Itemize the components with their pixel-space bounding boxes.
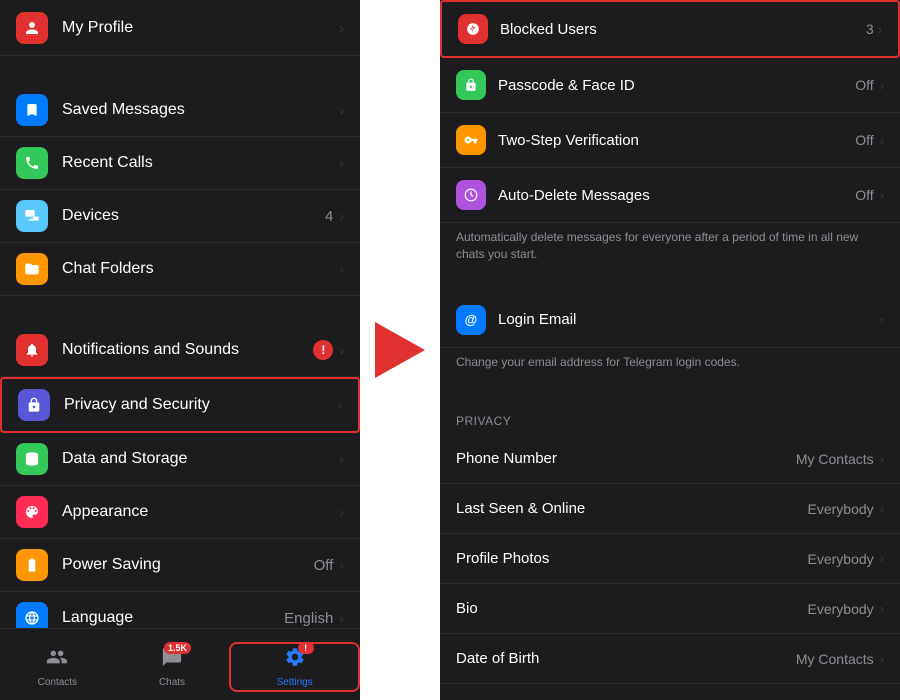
sidebar-item-power-saving[interactable]: Power Saving Off › bbox=[0, 539, 360, 592]
two-step-icon bbox=[456, 125, 486, 155]
passcode-icon bbox=[456, 70, 486, 100]
tab-bar: Contacts 1.5K Chats ! Settings bbox=[0, 628, 360, 700]
login-email-icon: @ bbox=[456, 305, 486, 335]
passcode-label: Passcode & Face ID bbox=[498, 77, 855, 94]
data-storage-label: Data and Storage bbox=[62, 450, 187, 468]
language-icon bbox=[16, 602, 48, 628]
right-item-login-email[interactable]: @ Login Email › bbox=[440, 293, 900, 348]
settings-icon: ! bbox=[284, 646, 306, 674]
right-item-forwarded-messages[interactable]: Forwarded Messages Everybody › bbox=[440, 684, 900, 700]
saved-messages-label: Saved Messages bbox=[62, 101, 185, 119]
privacy-section-header: PRIVACY bbox=[440, 400, 900, 434]
bio-label: Bio bbox=[456, 600, 808, 617]
sidebar-item-privacy-security[interactable]: Privacy and Security › bbox=[0, 377, 360, 433]
sidebar-item-my-profile[interactable]: My Profile › bbox=[0, 0, 360, 56]
sidebar-item-chat-folders[interactable]: Chat Folders › bbox=[0, 243, 360, 296]
date-of-birth-label: Date of Birth bbox=[456, 650, 796, 667]
devices-count: 4 bbox=[325, 208, 333, 225]
sidebar-item-recent-calls[interactable]: Recent Calls › bbox=[0, 137, 360, 190]
sidebar-item-saved-messages[interactable]: Saved Messages › bbox=[0, 84, 360, 137]
tab-contacts-label: Contacts bbox=[38, 677, 77, 688]
right-item-last-seen[interactable]: Last Seen & Online Everybody › bbox=[440, 484, 900, 534]
settings-list: My Profile › Saved Messages › Recent Cal… bbox=[0, 0, 360, 628]
notifications-badge: ! bbox=[313, 340, 333, 360]
last-seen-label: Last Seen & Online bbox=[456, 500, 808, 517]
my-profile-chevron: › bbox=[339, 20, 344, 36]
tab-chats[interactable]: 1.5K Chats bbox=[115, 646, 230, 688]
data-storage-icon bbox=[16, 443, 48, 475]
phone-number-label: Phone Number bbox=[456, 450, 796, 467]
auto-delete-icon bbox=[456, 180, 486, 210]
devices-icon bbox=[16, 200, 48, 232]
recent-calls-label: Recent Calls bbox=[62, 154, 153, 172]
language-value: English bbox=[284, 610, 333, 627]
sidebar-item-notifications[interactable]: Notifications and Sounds ! › bbox=[0, 324, 360, 377]
separator-login bbox=[440, 273, 900, 293]
right-item-phone-number[interactable]: Phone Number My Contacts › bbox=[440, 434, 900, 484]
phone-number-value: My Contacts bbox=[796, 451, 874, 467]
notifications-label: Notifications and Sounds bbox=[62, 341, 239, 359]
tab-settings[interactable]: ! Settings bbox=[229, 642, 360, 692]
blocked-users-label: Blocked Users bbox=[500, 21, 866, 38]
right-item-two-step[interactable]: Two-Step Verification Off › bbox=[440, 113, 900, 168]
profile-photos-label: Profile Photos bbox=[456, 550, 808, 567]
privacy-security-label: Privacy and Security bbox=[64, 396, 210, 414]
last-seen-value: Everybody bbox=[808, 501, 874, 517]
bio-value: Everybody bbox=[808, 601, 874, 617]
sidebar-item-appearance[interactable]: Appearance › bbox=[0, 486, 360, 539]
my-profile-icon bbox=[16, 12, 48, 44]
passcode-value: Off bbox=[855, 77, 873, 93]
left-panel: My Profile › Saved Messages › Recent Cal… bbox=[0, 0, 360, 700]
right-item-auto-delete[interactable]: Auto-Delete Messages Off › bbox=[440, 168, 900, 223]
my-profile-label: My Profile bbox=[62, 19, 133, 37]
chats-badge: 1.5K bbox=[164, 642, 191, 654]
appearance-label: Appearance bbox=[62, 503, 148, 521]
settings-badge: ! bbox=[298, 642, 314, 654]
blocked-users-icon bbox=[458, 14, 488, 44]
chats-icon: 1.5K bbox=[161, 646, 183, 674]
saved-messages-icon bbox=[16, 94, 48, 126]
auto-delete-value: Off bbox=[855, 187, 873, 203]
sidebar-item-data-storage[interactable]: Data and Storage › bbox=[0, 433, 360, 486]
date-of-birth-value: My Contacts bbox=[796, 651, 874, 667]
arrow-container bbox=[360, 0, 440, 700]
login-email-subtext: Change your email address for Telegram l… bbox=[440, 348, 900, 381]
privacy-icon bbox=[18, 389, 50, 421]
gap-2 bbox=[0, 296, 360, 324]
tab-contacts[interactable]: Contacts bbox=[0, 646, 115, 688]
appearance-icon bbox=[16, 496, 48, 528]
chat-folders-label: Chat Folders bbox=[62, 260, 154, 278]
tab-settings-label: Settings bbox=[277, 677, 313, 688]
contacts-icon bbox=[46, 646, 68, 674]
arrow-right bbox=[375, 322, 425, 378]
gap-1 bbox=[0, 56, 360, 84]
right-item-profile-photos[interactable]: Profile Photos Everybody › bbox=[440, 534, 900, 584]
right-panel: Blocked Users 3 › Passcode & Face ID Off… bbox=[440, 0, 900, 700]
tab-chats-label: Chats bbox=[159, 677, 185, 688]
blocked-users-count: 3 bbox=[866, 21, 874, 37]
sidebar-item-language[interactable]: Language English › bbox=[0, 592, 360, 628]
sidebar-item-devices[interactable]: Devices 4 › bbox=[0, 190, 360, 243]
two-step-label: Two-Step Verification bbox=[498, 132, 855, 149]
devices-label: Devices bbox=[62, 207, 119, 225]
notifications-icon bbox=[16, 334, 48, 366]
two-step-value: Off bbox=[855, 132, 873, 148]
power-saving-icon bbox=[16, 549, 48, 581]
right-item-bio[interactable]: Bio Everybody › bbox=[440, 584, 900, 634]
power-saving-label: Power Saving bbox=[62, 556, 161, 574]
profile-photos-value: Everybody bbox=[808, 551, 874, 567]
recent-calls-icon bbox=[16, 147, 48, 179]
chat-folders-icon bbox=[16, 253, 48, 285]
right-item-passcode[interactable]: Passcode & Face ID Off › bbox=[440, 58, 900, 113]
right-item-date-of-birth[interactable]: Date of Birth My Contacts › bbox=[440, 634, 900, 684]
login-email-label: Login Email bbox=[498, 311, 880, 328]
auto-delete-subtext: Automatically delete messages for everyo… bbox=[440, 223, 900, 273]
language-label: Language bbox=[62, 609, 133, 627]
separator-privacy bbox=[440, 380, 900, 400]
right-item-blocked-users[interactable]: Blocked Users 3 › bbox=[440, 0, 900, 58]
power-saving-value: Off bbox=[314, 557, 334, 574]
auto-delete-label: Auto-Delete Messages bbox=[498, 187, 855, 204]
